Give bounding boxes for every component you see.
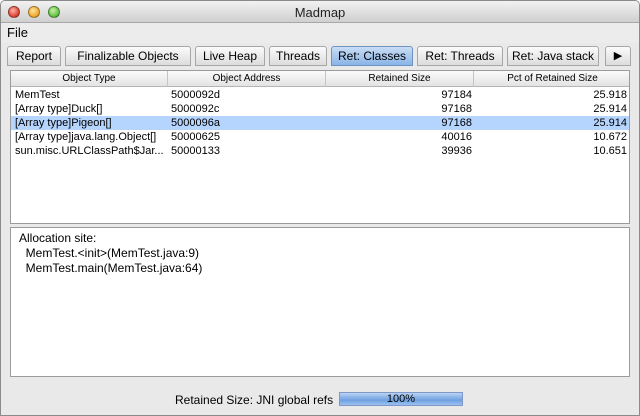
- tab-ret-threads[interactable]: Ret: Threads: [417, 46, 503, 66]
- allocation-site-panel[interactable]: Allocation site: MemTest.<init>(MemTest.…: [10, 227, 630, 377]
- column-header-retained-size[interactable]: Retained Size: [326, 71, 474, 87]
- cell-pct-retained-size: 10.672: [593, 131, 627, 143]
- cell-pct-retained-size: 25.918: [593, 89, 627, 101]
- table-row[interactable]: [Array type]java.lang.Object[] 50000625 …: [11, 130, 629, 144]
- right-arrow-icon: ▶: [613, 50, 623, 62]
- table-row[interactable]: [Array type]Duck[] 5000092c 97168 25.914: [11, 102, 629, 116]
- tab-ret-classes[interactable]: Ret: Classes: [331, 46, 413, 66]
- cell-object-address: 5000096a: [171, 117, 220, 129]
- cell-retained-size: 39936: [441, 145, 472, 157]
- status-label: Retained Size: JNI global refs: [175, 393, 334, 407]
- cell-object-type: [Array type]java.lang.Object[]: [15, 131, 157, 143]
- tab-scroll-right-button[interactable]: ▶: [605, 46, 631, 66]
- menu-bar: File: [1, 23, 639, 43]
- progress-bar: 100%: [339, 392, 463, 406]
- column-header-object-type[interactable]: Object Type: [11, 71, 168, 87]
- stack-frame-line: MemTest.main(MemTest.java:64): [19, 261, 203, 275]
- table-row-selected[interactable]: [Array type]Pigeon[] 5000096a 97168 25.9…: [11, 116, 629, 130]
- menu-file[interactable]: File: [7, 25, 28, 40]
- window-title: Madmap: [294, 5, 346, 20]
- column-header-pct-retained-size[interactable]: Pct of Retained Size: [474, 71, 631, 87]
- stack-frame-line: MemTest.<init>(MemTest.java:9): [19, 246, 200, 260]
- table-row[interactable]: MemTest 5000092d 97184 25.918: [11, 88, 629, 102]
- progress-text: 100%: [386, 393, 416, 405]
- cell-object-address: 50000625: [171, 131, 220, 143]
- table-header: Object Type Object Address Retained Size…: [11, 71, 629, 87]
- tab-finalizable-objects[interactable]: Finalizable Objects: [65, 46, 191, 66]
- title-bar[interactable]: Madmap: [1, 1, 639, 23]
- cell-object-address: 5000092c: [171, 103, 220, 115]
- cell-object-type: [Array type]Pigeon[]: [15, 117, 112, 129]
- tab-bar: Report Finalizable Objects Live Heap Thr…: [7, 46, 635, 68]
- tab-report[interactable]: Report: [7, 46, 61, 66]
- cell-retained-size: 97168: [441, 117, 472, 129]
- cell-pct-retained-size: 25.914: [593, 103, 627, 115]
- cell-pct-retained-size: 25.914: [593, 117, 627, 129]
- cell-retained-size: 97184: [441, 89, 472, 101]
- allocation-site-heading: Allocation site:: [19, 231, 97, 245]
- status-bar: Retained Size: JNI global refs 100%: [1, 389, 639, 411]
- tab-ret-java-stack[interactable]: Ret: Java stack: [507, 46, 599, 66]
- cell-object-type: sun.misc.URLClassPath$Jar...: [15, 145, 164, 157]
- cell-retained-size: 97168: [441, 103, 472, 115]
- tab-live-heap[interactable]: Live Heap: [195, 46, 265, 66]
- table-row[interactable]: sun.misc.URLClassPath$Jar... 50000133 39…: [11, 144, 629, 158]
- column-header-object-address[interactable]: Object Address: [168, 71, 326, 87]
- cell-object-type: MemTest: [15, 89, 60, 101]
- cell-object-address: 50000133: [171, 145, 220, 157]
- cell-object-type: [Array type]Duck[]: [15, 103, 103, 115]
- app-window: Madmap File Report Finalizable Objects L…: [0, 0, 640, 416]
- retained-classes-table[interactable]: Object Type Object Address Retained Size…: [10, 70, 630, 224]
- cell-pct-retained-size: 10.651: [593, 145, 627, 157]
- tab-threads[interactable]: Threads: [269, 46, 327, 66]
- cell-object-address: 5000092d: [171, 89, 220, 101]
- cell-retained-size: 40016: [441, 131, 472, 143]
